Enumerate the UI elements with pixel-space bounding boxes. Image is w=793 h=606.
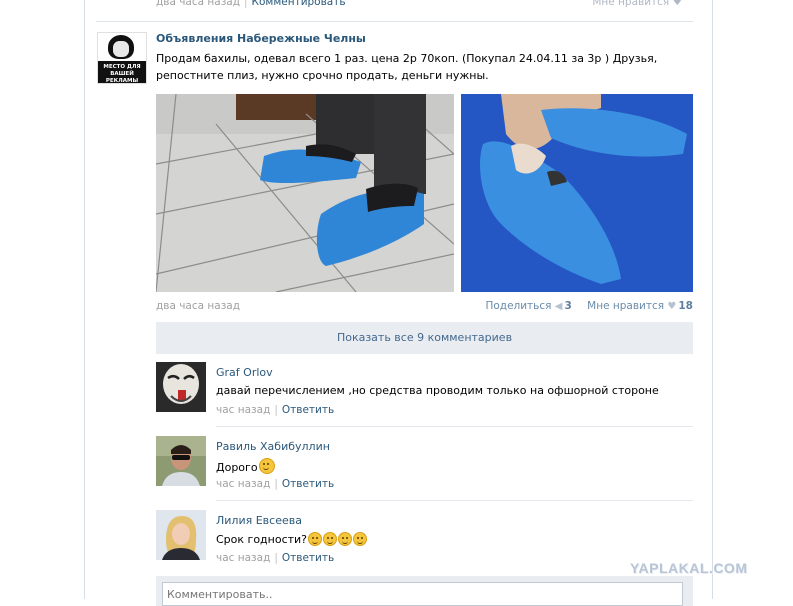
reply-link[interactable]: Ответить [282,552,334,564]
comment-text: Срок годности? [216,533,308,546]
previous-post-comment-link[interactable]: Комментировать [252,0,346,8]
grin-emoji-icon [308,532,323,546]
previous-post-time: два часа назад [156,0,240,8]
previous-post-like-button[interactable]: Мне нравится ♥ [592,0,682,8]
photo-floor-illustration [156,94,454,292]
reply-link[interactable]: Ответить [282,404,334,416]
comment-meta: час назад | Ответить [216,478,334,490]
avatar[interactable] [156,362,206,412]
comment-text-row: Срок годности? [216,532,368,546]
share-count: 3 [564,300,572,312]
avatar-face [113,41,129,57]
comment-form [156,576,693,606]
separator: | [274,478,278,490]
post-time: два часа назад [156,300,240,312]
comment-text: давай перечислением ,но средства проводи… [216,384,659,397]
separator: | [274,404,278,416]
like-label: Мне нравится [587,300,665,312]
post-meta: два часа назад Поделиться ◀ 3 Мне нравитс… [156,300,693,316]
comment-divider [216,500,693,501]
comment-text: Дорого [216,461,258,474]
heart-icon: ♥ [667,301,677,312]
post-text: Продам бахилы, одевал всего 1 раз. цена … [156,52,658,82]
post-divider [96,21,693,22]
like-button[interactable]: Мне нравится ♥ [587,300,676,312]
group-avatar[interactable]: МЕСТО ДЛЯ ВАШЕЙ РЕКЛАМЫ [97,32,147,84]
grin-emoji-icon [323,532,338,546]
comment-divider [216,426,693,427]
photo-blue-illustration [461,94,693,292]
comment-author[interactable]: Равиль Хабибуллин [216,440,330,453]
smiley-emoji-icon [258,458,275,474]
grin-emoji-icon [338,532,353,546]
heart-icon: ♥ [672,0,682,8]
comment-meta: час назад | Ответить [216,552,334,564]
reply-link[interactable]: Ответить [282,478,334,490]
watermark: YAPLAKAL.COM [630,560,748,576]
comment-meta: час назад | Ответить [216,404,334,416]
avatar[interactable] [156,510,206,560]
megaphone-icon: ◀ [554,301,563,312]
like-count: 18 [678,300,693,312]
show-all-comments-button[interactable]: Показать все 9 комментариев [156,322,693,354]
comment-time: час назад [216,552,271,564]
post-photo-blue[interactable] [461,94,693,292]
comment-time: час назад [216,404,271,416]
group-name-link[interactable]: Объявления Набережные Челны [156,32,366,45]
previous-post-meta: два часа назад | Комментировать Мне нравит… [156,0,686,10]
separator: | [274,552,278,564]
post-actions: Поделиться ◀ 3 Мне нравится ♥ 18 [485,300,693,312]
share-label: Поделиться [485,300,552,312]
comment-author[interactable]: Graf Orlov [216,366,273,379]
comment-author[interactable]: Лилия Евсеева [216,514,302,527]
avatar-ad-caption: МЕСТО ДЛЯ ВАШЕЙ РЕКЛАМЫ [98,61,146,83]
comment-time: час назад [216,478,271,490]
comment-text-row: Дорого [216,458,275,474]
avatar-ravil [156,436,206,486]
avatar-graf-orlov [156,362,206,412]
share-button[interactable]: Поделиться ◀ [485,300,562,312]
grin-emoji-icon [353,532,368,546]
post-photo-floor[interactable] [156,94,454,292]
avatar[interactable] [156,436,206,486]
avatar-liliya [156,510,206,560]
separator: | [243,0,248,8]
comment-input[interactable] [162,582,683,606]
previous-post-like-label: Мне нравится [592,0,670,8]
